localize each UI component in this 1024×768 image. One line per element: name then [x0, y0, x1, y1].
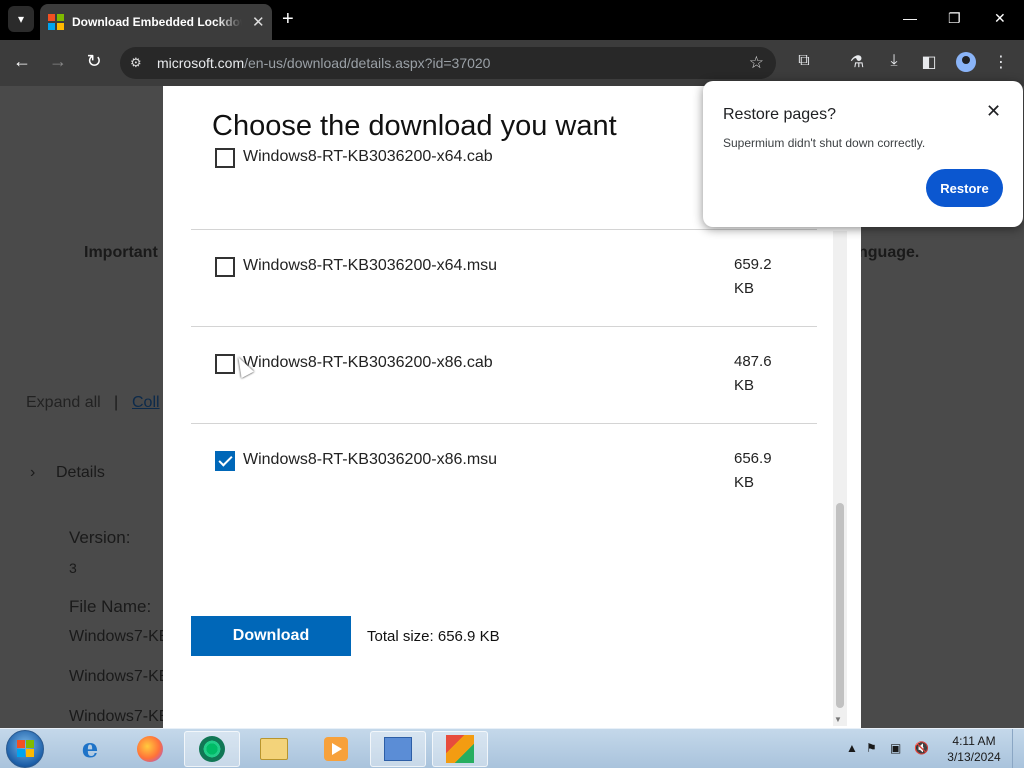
restore-message: Supermium didn't shut down correctly. [723, 136, 926, 150]
close-window-button[interactable]: ✕ [994, 10, 1006, 27]
download-button[interactable]: Download [191, 616, 351, 656]
network-icon[interactable]: ▣ [890, 741, 901, 755]
browser-toolbar: ← → ↻ ⚙ microsoft.com/en-us/download/det… [0, 40, 1024, 86]
folder-icon [260, 738, 288, 760]
file-checkbox[interactable] [215, 354, 235, 374]
taskbar-media-player[interactable] [308, 731, 364, 767]
file-name: Windows8-RT-KB3036200-x86.msu [243, 451, 498, 468]
clock-time: 4:11 AM [952, 734, 996, 748]
downloads-icon[interactable]: ⤓ [883, 52, 905, 70]
minimize-button[interactable]: — [903, 10, 917, 26]
file-name-row: Windows7-KE [69, 708, 170, 725]
labs-flask-icon[interactable]: ⚗ [846, 52, 868, 72]
taskbar-internet-explorer[interactable]: e [62, 731, 118, 767]
bookmark-star-icon[interactable]: ☆ [749, 53, 764, 73]
version-value: 3 [69, 560, 77, 576]
taskbar-installer[interactable] [432, 731, 488, 767]
tab-strip: ▾ Download Embedded Lockdown Manager ✕ +… [0, 0, 1024, 40]
file-name: Windows8-RT-KB3036200-x86.cab [243, 354, 493, 371]
control-panel-icon [384, 737, 412, 761]
new-tab-button[interactable]: + [282, 8, 294, 30]
close-icon[interactable]: ✕ [986, 101, 1001, 122]
dialog-scrollbar[interactable]: ▼ [833, 231, 847, 726]
taskbar-firefox[interactable] [122, 731, 178, 767]
details-section-toggle[interactable]: Details [56, 464, 105, 482]
windows-logo-icon [17, 740, 34, 757]
microsoft-logo-icon [48, 14, 64, 30]
reload-button[interactable]: ↻ [82, 51, 106, 72]
file-name-label: File Name: [69, 597, 152, 616]
address-bar[interactable]: ⚙ microsoft.com/en-us/download/details.a… [120, 47, 776, 79]
browser-tab[interactable]: Download Embedded Lockdown Manager ✕ [40, 4, 272, 40]
file-row[interactable]: Windows8-RT-KB3036200-x86.msu 656.9 KB [191, 424, 817, 521]
volume-muted-icon[interactable]: 🔇 [914, 741, 929, 755]
menu-kebab-icon[interactable]: ⋮ [990, 52, 1012, 72]
action-center-flag-icon[interactable]: ⚑ [866, 741, 877, 755]
taskbar-explorer[interactable] [246, 731, 302, 767]
restore-pages-bubble: Restore pages? Supermium didn't shut dow… [703, 81, 1023, 227]
forward-button[interactable]: → [46, 51, 70, 72]
restore-window-button[interactable]: ❐ [948, 10, 961, 27]
supermium-icon [199, 736, 225, 762]
dialog-title: Choose the download you want [212, 110, 617, 142]
version-label: Version: [69, 528, 131, 547]
restore-title: Restore pages? [723, 106, 836, 123]
firefox-icon [137, 736, 163, 762]
internet-explorer-icon: e [81, 734, 99, 764]
file-checkbox[interactable] [215, 148, 235, 168]
file-row[interactable]: Windows8-RT-KB3036200-x64.msu 659.2 KB [191, 230, 817, 327]
file-checkbox-checked[interactable] [215, 451, 235, 471]
media-player-icon [324, 737, 348, 761]
taskbar: e ▲ ⚑ ▣ 🔇 4:11 AM 3/13/2024 [0, 728, 1024, 768]
file-name-row: Windows7-KE [69, 668, 170, 685]
back-button[interactable]: ← [10, 51, 34, 72]
profile-avatar-icon[interactable] [956, 52, 976, 72]
scroll-down-arrow-icon[interactable]: ▼ [834, 715, 842, 724]
side-panel-icon[interactable]: ◧ [918, 52, 940, 72]
tab-close-icon[interactable]: ✕ [252, 13, 265, 31]
file-name: Windows8-RT-KB3036200-x64.cab [243, 148, 493, 165]
installer-icon [446, 735, 474, 763]
tab-search-button[interactable]: ▾ [8, 6, 34, 32]
total-size: Total size: 656.9 KB [367, 628, 500, 645]
tab-title: Download Embedded Lockdown Manager [72, 15, 242, 29]
file-name: Windows8-RT-KB3036200-x64.msu [243, 257, 498, 274]
clock-date: 3/13/2024 [947, 750, 1001, 764]
important-notice: Important [84, 244, 158, 261]
link-separator: | [114, 394, 119, 411]
file-checkbox[interactable] [215, 257, 235, 277]
restore-button[interactable]: Restore [926, 169, 1003, 207]
scrollbar-thumb[interactable] [836, 503, 844, 708]
taskbar-supermium[interactable] [184, 731, 240, 767]
extensions-icon[interactable]: ⧉ [793, 52, 815, 70]
file-size: 487.6 KB [734, 353, 772, 394]
site-info-icon[interactable]: ⚙ [130, 55, 142, 71]
start-button[interactable] [6, 730, 44, 768]
file-name-row: Windows7-KE [69, 628, 170, 645]
file-size: 659.2 KB [734, 256, 772, 297]
language-notice: nguage. [858, 244, 920, 261]
tray-expand-icon[interactable]: ▲ [846, 741, 858, 755]
show-desktop-button[interactable] [1012, 729, 1024, 768]
system-clock[interactable]: 4:11 AM 3/13/2024 [944, 733, 1004, 765]
expand-all-link[interactable]: Expand all [26, 394, 101, 412]
taskbar-control-panel[interactable] [370, 731, 426, 767]
chevron-right-icon[interactable]: › [30, 464, 35, 482]
collapse-all-link[interactable]: Coll [132, 394, 160, 412]
file-size: 656.9 KB [734, 450, 772, 491]
url-text: microsoft.com/en-us/download/details.asp… [157, 55, 491, 71]
file-row[interactable]: Windows8-RT-KB3036200-x86.cab 487.6 KB [191, 327, 817, 424]
